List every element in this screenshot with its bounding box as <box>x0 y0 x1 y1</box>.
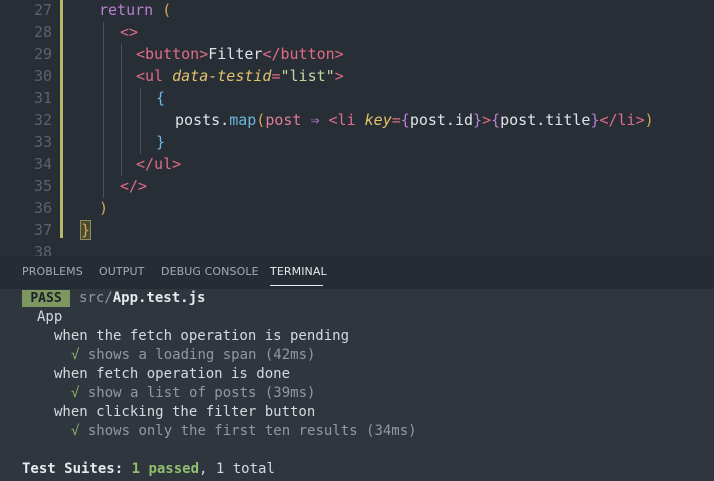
check-icon: √ <box>71 423 80 439</box>
code-line[interactable]: 34 </ul> <box>0 153 714 175</box>
pass-badge: PASS <box>22 290 70 307</box>
line-number: 30 <box>33 67 52 85</box>
code-token: posts. <box>175 111 230 129</box>
code-text: { <box>156 87 165 109</box>
code-token: <li <box>328 111 365 129</box>
code-line[interactable]: 30 <ul data-testid="list"> <box>0 65 714 87</box>
check-icon: √ <box>71 385 80 401</box>
line-number: 28 <box>33 23 52 41</box>
code-text: <ul data-testid="list"> <box>136 65 344 87</box>
code-token: </button> <box>262 45 344 63</box>
code-token: = <box>271 67 281 85</box>
code-token: key <box>364 111 392 129</box>
code-text: <button>Filter</button> <box>136 43 344 65</box>
test-group-title: when fetch operation is done <box>54 366 291 382</box>
code-text: } <box>79 219 92 241</box>
code-token: } <box>473 111 483 129</box>
panel-tab-bar: PROBLEMS OUTPUT DEBUG CONSOLE TERMINAL <box>0 256 714 289</box>
test-result: √ shows only the first ten results (34ms… <box>71 423 417 439</box>
code-token: "list" <box>280 67 335 85</box>
code-line[interactable]: 31 { <box>0 87 714 109</box>
code-token: } <box>79 220 92 240</box>
code-text: ) <box>99 197 108 219</box>
code-token: <button> <box>136 45 209 63</box>
code-token: > <box>482 111 492 129</box>
code-text: </> <box>120 175 147 197</box>
code-token: Filter <box>208 45 263 63</box>
terminal-output[interactable]: PASS src/App.test.js App when the fetch … <box>0 289 714 481</box>
code-token: <> <box>120 23 139 41</box>
code-text: </ul> <box>136 153 181 175</box>
code-token: map <box>229 111 257 129</box>
code-line[interactable]: 38 <box>0 241 714 256</box>
suite-name: App <box>37 309 63 325</box>
code-editor[interactable]: 27 return (28 <> 29 <button>Filter</button> 3… <box>0 0 714 256</box>
code-line[interactable]: 28 <> <box>0 21 714 43</box>
code-line[interactable]: 33} <box>0 131 714 153</box>
code-token: ( <box>256 111 266 129</box>
code-token: { <box>400 111 410 129</box>
tab-debug-console[interactable]: DEBUG CONSOLE <box>161 265 259 278</box>
code-line[interactable]: 27 return ( <box>0 0 714 21</box>
code-line[interactable]: 32 posts.map(post ⇒ <li key={post.id}>{po… <box>0 109 714 131</box>
code-token: <ul <box>136 67 173 85</box>
code-token: ⇒ <box>301 111 329 129</box>
test-group-title: when clicking the filter button <box>54 404 316 420</box>
bottom-panel: PROBLEMS OUTPUT DEBUG CONSOLE TERMINAL P… <box>0 256 714 481</box>
code-token: </ul> <box>136 155 182 173</box>
test-group-title: when the fetch operation is pending <box>54 328 350 344</box>
code-token: data-testid <box>172 67 272 85</box>
test-summary: Test Suites: 1 passed, 1 total <box>22 461 275 477</box>
code-token: > <box>334 67 344 85</box>
code-line[interactable]: 29 <button>Filter</button> <box>0 43 714 65</box>
code-token: ) <box>644 111 654 129</box>
test-result: √ shows a loading span (42ms) <box>71 347 316 363</box>
code-token: } <box>156 133 166 151</box>
code-token: ) <box>99 199 109 217</box>
code-text: } <box>156 131 165 153</box>
code-token: { <box>156 89 166 107</box>
line-number: 34 <box>33 155 52 173</box>
code-text: <> <box>120 21 138 43</box>
code-token: ( <box>162 1 172 19</box>
line-number: 27 <box>33 1 52 19</box>
code-token: </> <box>120 177 148 195</box>
line-number: 32 <box>33 111 52 129</box>
test-file-path: src/App.test.js <box>79 290 206 306</box>
test-result: √ show a list of posts (39ms) <box>71 385 316 401</box>
tab-problems[interactable]: PROBLEMS <box>22 265 83 278</box>
tab-output[interactable]: OUTPUT <box>99 265 144 278</box>
line-number: 29 <box>33 45 52 63</box>
code-token: post.title <box>500 111 591 129</box>
code-token: post <box>265 111 302 129</box>
line-number: 33 <box>33 133 52 151</box>
code-text: posts.map(post ⇒ <li key={post.id}>{post… <box>175 109 654 131</box>
line-number: 37 <box>33 221 52 239</box>
line-number: 35 <box>33 177 52 195</box>
active-tab-indicator <box>270 285 323 286</box>
code-line[interactable]: 35 </> <box>0 175 714 197</box>
code-text: return ( <box>99 0 171 21</box>
code-token: </li> <box>599 111 645 129</box>
code-line[interactable]: 37} <box>0 219 714 241</box>
code-token: = <box>391 111 401 129</box>
code-line[interactable]: 36) <box>0 197 714 219</box>
tab-terminal[interactable]: TERMINAL <box>270 265 327 278</box>
code-token: { <box>491 111 501 129</box>
check-icon: √ <box>71 347 80 363</box>
code-token: return <box>99 1 163 19</box>
code-token: post.id <box>409 111 474 129</box>
line-number: 31 <box>33 89 52 107</box>
line-number: 38 <box>33 243 52 256</box>
line-number: 36 <box>33 199 52 217</box>
